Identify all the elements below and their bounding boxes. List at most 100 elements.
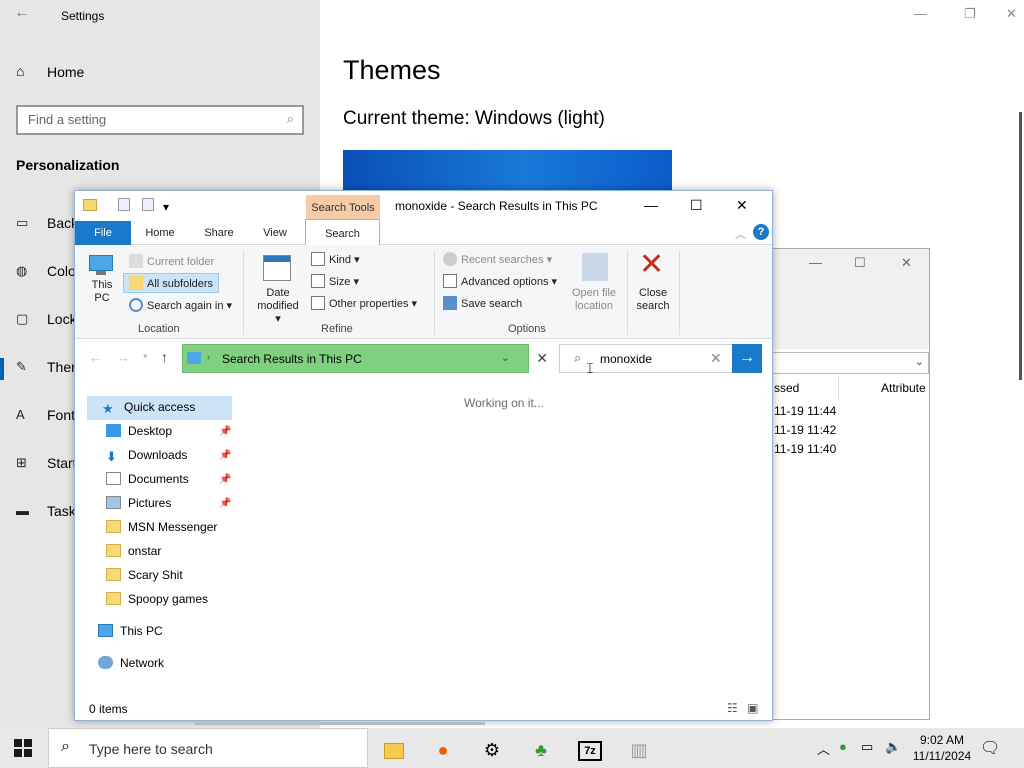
nav-label: Colo bbox=[47, 263, 76, 279]
category-heading: Personalization bbox=[16, 157, 120, 173]
tree-item-folder[interactable]: Scary Shit bbox=[106, 568, 183, 582]
ribbon: This PC Current folder All subfolders Se… bbox=[75, 245, 772, 339]
back-arrow-icon[interactable]: ← bbox=[14, 4, 30, 22]
address-bar[interactable]: › Search Results in This PC ⌄ ✕ bbox=[182, 344, 548, 373]
column-header[interactable]: ssed bbox=[774, 381, 799, 395]
minimize-icon[interactable]: — bbox=[809, 255, 822, 270]
tree-item-this-pc[interactable]: This PC bbox=[98, 624, 163, 638]
horizontal-scrollbar[interactable] bbox=[195, 722, 485, 725]
close-icon[interactable]: ✕ bbox=[736, 197, 748, 214]
table-row[interactable]: 11-19 11:40 bbox=[774, 442, 836, 456]
tree-item-quick-access[interactable]: ★ Quick access bbox=[102, 400, 195, 416]
this-pc-button[interactable]: This PC bbox=[90, 279, 114, 305]
kind-icon bbox=[311, 252, 325, 266]
taskbar-search-placeholder: Type here to search bbox=[89, 741, 213, 757]
settings-search-input[interactable]: Find a setting ⌕ bbox=[16, 105, 304, 135]
pin-icon[interactable]: 📌 bbox=[219, 474, 231, 485]
chevron-down-icon[interactable]: ▾ bbox=[143, 351, 148, 362]
file-explorer-icon[interactable] bbox=[374, 732, 414, 768]
divider bbox=[627, 251, 628, 335]
minimize-icon[interactable]: — bbox=[914, 6, 927, 21]
scrollbar[interactable] bbox=[1019, 112, 1022, 380]
start-button[interactable] bbox=[14, 739, 32, 757]
clear-address-icon[interactable]: ✕ bbox=[536, 350, 548, 367]
network-icon bbox=[98, 656, 113, 669]
minimize-icon[interactable]: — bbox=[644, 197, 658, 213]
tab-search[interactable]: Search bbox=[305, 219, 380, 245]
tree-item-folder[interactable]: Spoopy games bbox=[106, 592, 208, 606]
close-icon[interactable]: ✕ bbox=[901, 255, 912, 271]
current-folder-button[interactable]: Current folder bbox=[129, 254, 214, 268]
kind-button[interactable]: Kind ▾ bbox=[311, 252, 360, 266]
other-properties-button[interactable]: Other properties ▾ bbox=[311, 296, 417, 310]
tree-item-desktop[interactable]: Desktop bbox=[106, 424, 172, 438]
tree-item-documents[interactable]: Documents bbox=[106, 472, 189, 486]
nav-label: Lock bbox=[47, 311, 77, 327]
pin-icon[interactable]: 📌 bbox=[219, 426, 231, 437]
tree-item-folder[interactable]: onstar bbox=[106, 544, 161, 558]
close-search-button[interactable]: Close search bbox=[632, 287, 674, 313]
properties-icon[interactable] bbox=[118, 198, 131, 211]
nav-label: Task bbox=[47, 503, 76, 519]
details-view-icon[interactable]: ☷ bbox=[727, 701, 738, 715]
column-header[interactable]: Attribute bbox=[881, 381, 926, 395]
search-go-button[interactable]: → bbox=[732, 344, 762, 373]
chevron-up-icon[interactable]: ︿ bbox=[735, 226, 746, 242]
restore-icon[interactable]: ❐ bbox=[964, 6, 976, 22]
close-icon[interactable]: ✕ bbox=[1006, 6, 1017, 22]
chevron-down-icon[interactable]: ⌄ bbox=[501, 351, 510, 364]
clear-search-icon[interactable]: ✕ bbox=[710, 350, 722, 367]
user-status-icon[interactable]: ● bbox=[839, 739, 847, 754]
tree-item-folder[interactable]: MSN Messenger bbox=[106, 520, 217, 534]
maximize-icon[interactable]: ☐ bbox=[854, 255, 866, 271]
volume-icon[interactable]: 🔈 bbox=[885, 739, 901, 755]
group-location: Location bbox=[138, 323, 180, 335]
table-row[interactable]: 11-19 11:44 bbox=[774, 404, 836, 418]
size-button[interactable]: Size ▾ bbox=[311, 274, 359, 288]
notification-icon[interactable]: 🗨 bbox=[980, 738, 1000, 758]
tree-item-pictures[interactable]: Pictures bbox=[106, 496, 171, 510]
table-row[interactable]: 11-19 11:42 bbox=[774, 423, 836, 437]
subfolders-icon bbox=[129, 276, 143, 290]
chevron-down-icon[interactable]: ▾ bbox=[163, 200, 169, 214]
text-cursor-icon: 𝙸 bbox=[585, 360, 595, 376]
pin-icon[interactable]: 📌 bbox=[219, 498, 231, 509]
up-arrow-icon[interactable]: ↑ bbox=[161, 349, 168, 365]
tab-home[interactable]: Home bbox=[135, 221, 185, 245]
forward-arrow-icon[interactable]: → bbox=[117, 350, 130, 365]
tab-view[interactable]: View bbox=[251, 221, 299, 245]
new-folder-icon[interactable] bbox=[141, 198, 154, 211]
recycle-bin-icon[interactable]: ▥ bbox=[619, 732, 659, 768]
divider bbox=[679, 251, 680, 335]
7zip-icon[interactable]: 7z bbox=[570, 732, 610, 768]
search-again-button[interactable]: Search again in ▾ bbox=[129, 298, 232, 312]
settings-gear-icon[interactable]: ⚙ bbox=[472, 732, 512, 768]
recent-searches-button[interactable]: Recent searches ▾ bbox=[443, 252, 552, 266]
save-search-button[interactable]: Save search bbox=[443, 296, 522, 310]
divider bbox=[434, 251, 435, 335]
tree-item-downloads[interactable]: ⬇ Downloads bbox=[106, 448, 187, 464]
tree-label: Desktop bbox=[128, 424, 173, 438]
firefox-icon[interactable]: ● bbox=[423, 732, 463, 768]
clock[interactable]: 9:02 AM 11/11/2024 bbox=[909, 732, 975, 764]
options-icon bbox=[443, 274, 457, 288]
messenger-icon[interactable]: ♣ bbox=[521, 732, 561, 768]
tab-file[interactable]: File bbox=[75, 221, 131, 245]
maximize-icon[interactable]: ☐ bbox=[690, 197, 703, 214]
window-controls: — ☐ ✕ bbox=[632, 191, 772, 221]
taskbar-search-box[interactable]: ⌕ Type here to search bbox=[48, 728, 368, 768]
tree-item-network[interactable]: Network bbox=[98, 656, 164, 670]
chevron-up-icon[interactable]: ︿ bbox=[817, 739, 830, 758]
date-modified-button[interactable]: Date modified ▾ bbox=[255, 287, 301, 326]
tab-share[interactable]: Share bbox=[193, 221, 245, 245]
folder-icon bbox=[106, 544, 121, 557]
help-icon[interactable]: ? bbox=[753, 224, 769, 240]
back-arrow-icon[interactable]: ← bbox=[89, 350, 102, 365]
large-icons-view-icon[interactable]: ▣ bbox=[747, 701, 758, 715]
advanced-options-button[interactable]: Advanced options ▾ bbox=[443, 274, 557, 288]
open-file-location-button[interactable]: Open file location bbox=[565, 287, 623, 313]
search-icon: ⌕ bbox=[286, 111, 294, 126]
pin-icon[interactable]: 📌 bbox=[219, 450, 231, 461]
folder-icon[interactable] bbox=[83, 199, 97, 211]
network-icon[interactable]: ▭ bbox=[861, 739, 873, 755]
